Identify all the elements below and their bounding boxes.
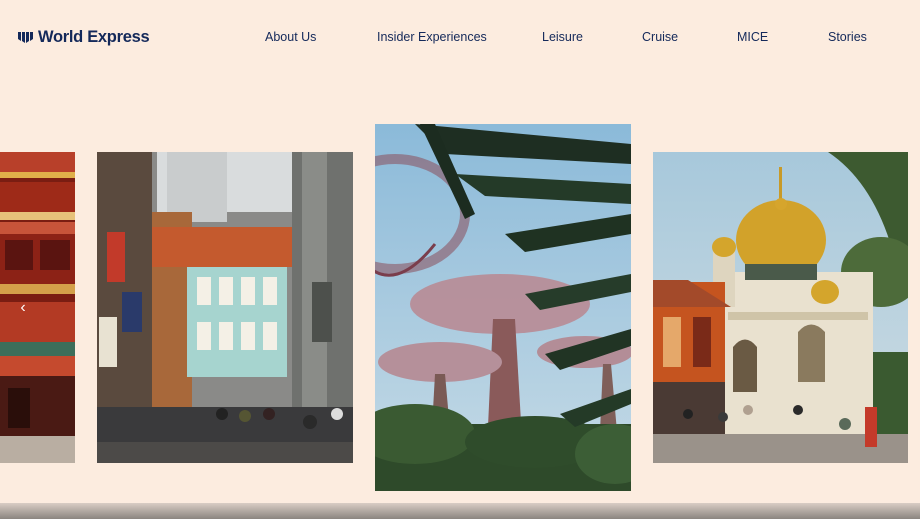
chinatown-image <box>97 152 353 463</box>
carousel-slide-mosque[interactable] <box>653 152 908 463</box>
chevron-left-icon[interactable]: ‹ <box>14 298 32 318</box>
nav-item-leisure[interactable]: Leisure <box>542 30 583 44</box>
carousel-slide-temple[interactable] <box>0 152 75 463</box>
carousel-slide-supertrees[interactable] <box>375 124 631 491</box>
window-bottom-shadow <box>0 503 920 519</box>
nav-item-insider-experiences[interactable]: Insider Experiences <box>377 30 487 44</box>
temple-image <box>0 152 75 463</box>
nav-item-stories[interactable]: Stories <box>828 30 867 44</box>
mosque-image <box>653 152 908 463</box>
supertrees-image <box>375 124 631 491</box>
main-nav: About Us Insider Experiences Leisure Cru… <box>0 30 920 46</box>
nav-item-cruise[interactable]: Cruise <box>642 30 678 44</box>
page: World Express About Us Insider Experienc… <box>0 0 920 503</box>
carousel-slide-chinatown[interactable] <box>97 152 353 463</box>
nav-item-mice[interactable]: MICE <box>737 30 768 44</box>
nav-item-about-us[interactable]: About Us <box>265 30 316 44</box>
